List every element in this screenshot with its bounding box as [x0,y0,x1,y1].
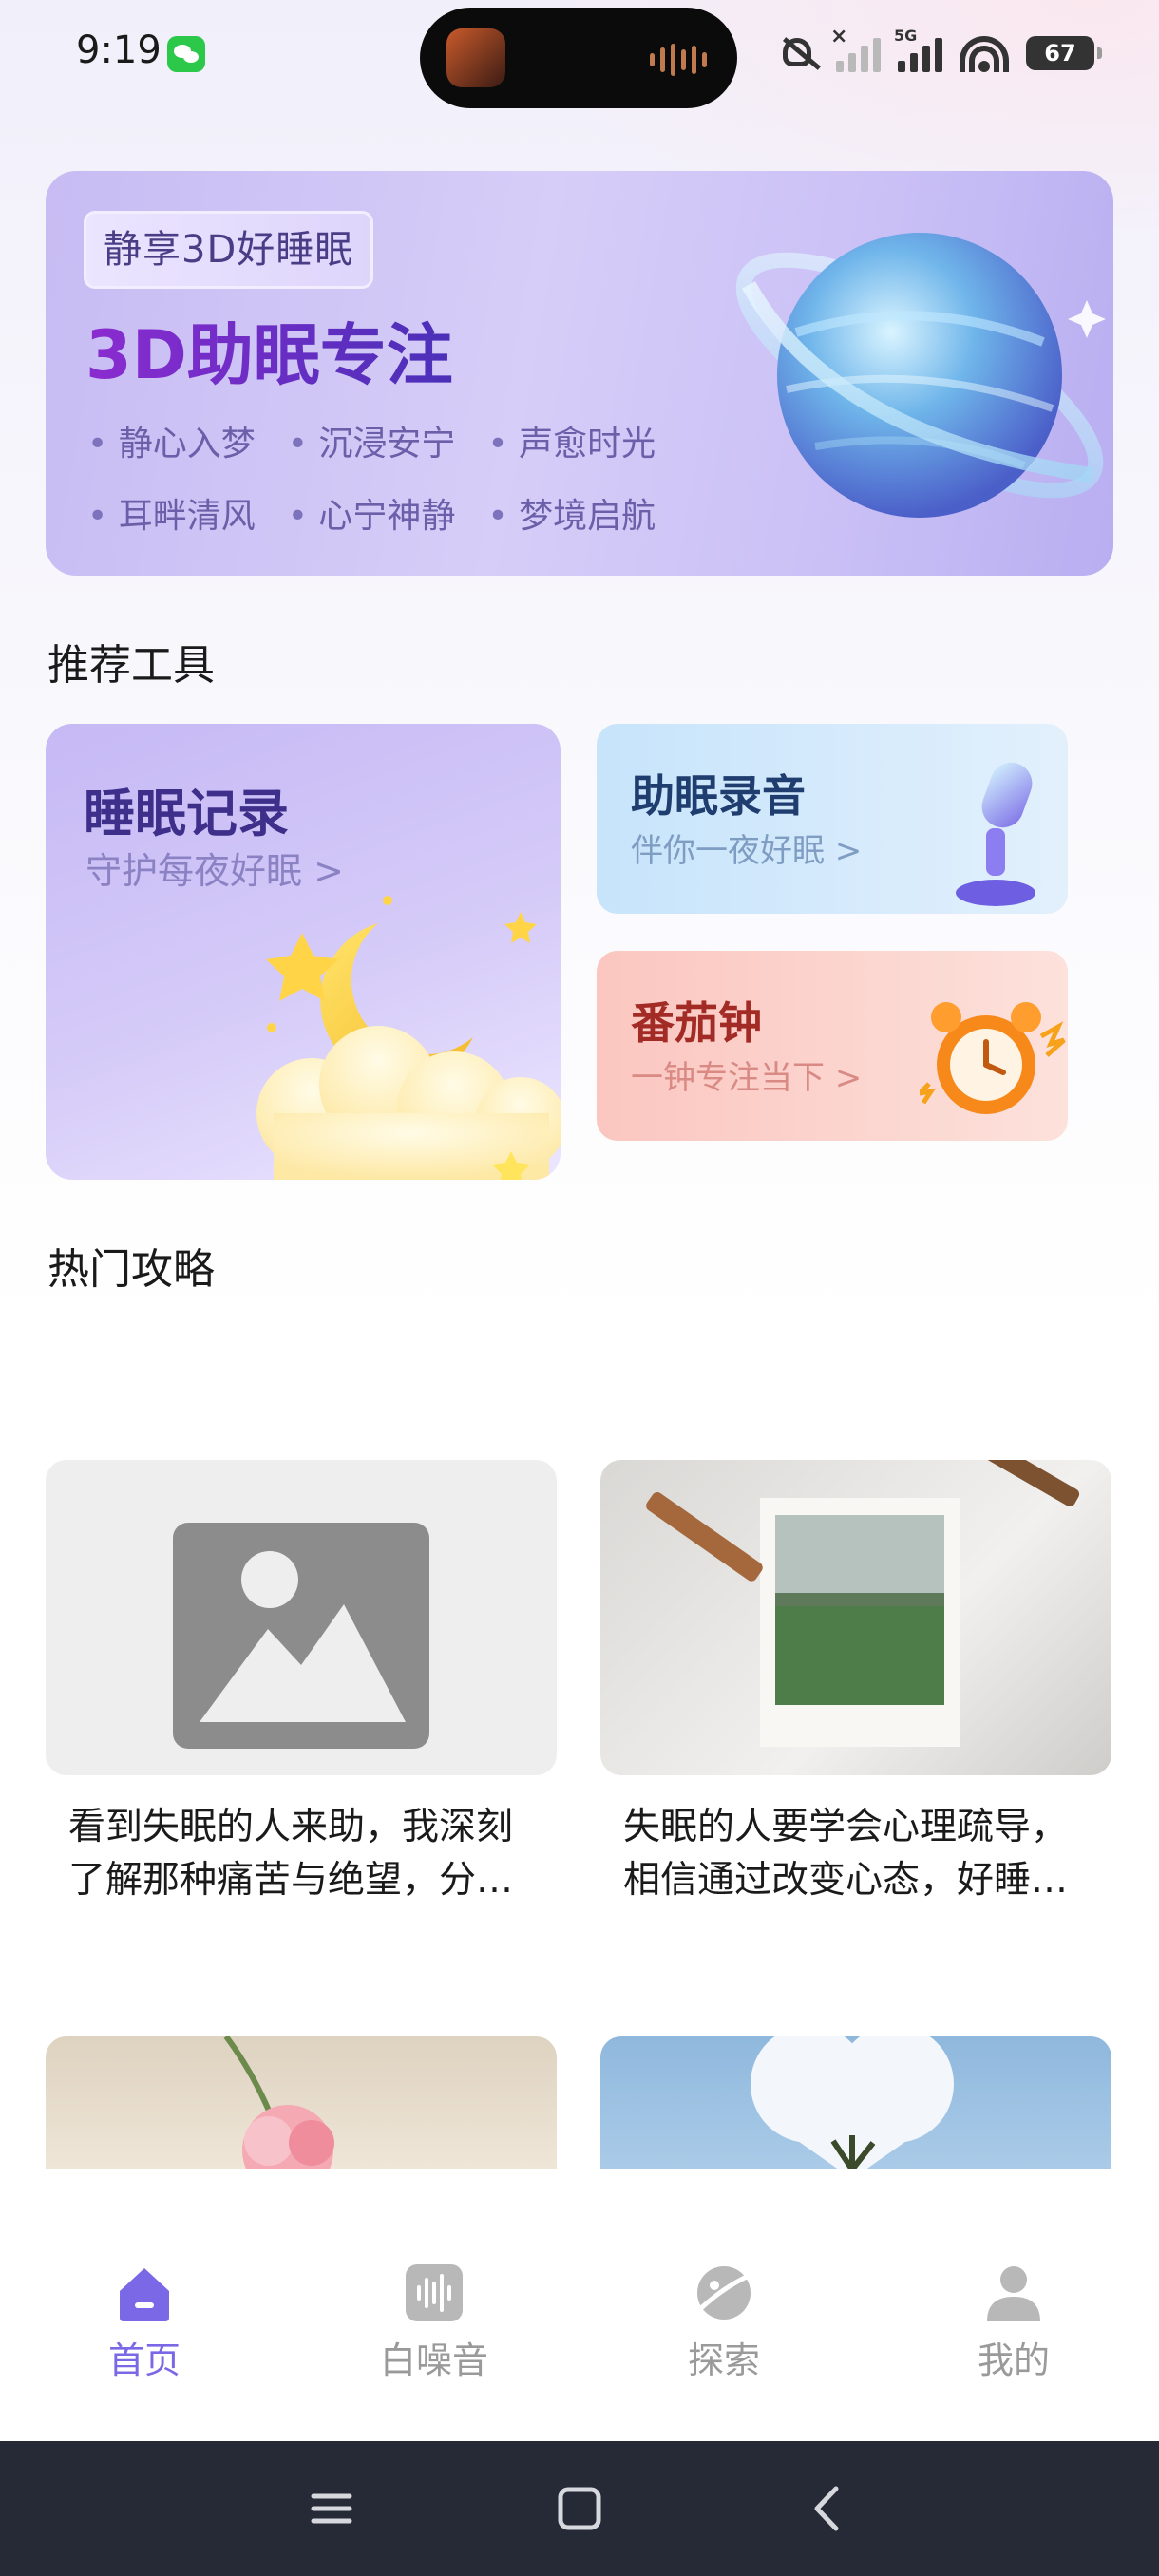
tab-label: 探索 [687,2339,760,2381]
home-square-icon[interactable] [546,2475,613,2542]
banner-keyword: 沉浸安宁 [288,416,455,465]
image-placeholder-icon [173,1523,429,1749]
article-title-line: 相信通过改变心态，好睡… [623,1859,1069,1902]
article-image-photo[interactable] [600,1460,1112,1775]
pomodoro-title: 番茄钟 [631,997,762,1049]
planet-illustration [735,233,1106,518]
banner-3d-sleep[interactable]: 静享3D好睡眠 3D助眠专注 静心入梦 沉浸安宁 声愈时光 耳畔清风 心宁神静 … [46,171,1113,576]
profile-icon [983,2264,1044,2321]
explore-icon [694,2264,754,2321]
carnation-illustration [223,2036,334,2169]
audio-wave-icon [650,44,707,76]
microphone-illustration [956,762,1036,906]
tab-profile[interactable]: 我的 [919,2264,1109,2383]
home-icon [114,2264,175,2321]
heart-cloud-illustration [750,2036,954,2169]
banner-keyword: 静心入梦 [87,416,256,465]
now-playing-app-icon [446,28,505,87]
menu-icon[interactable] [298,2475,365,2542]
signal-sim1-icon: × [830,25,881,72]
bottom-tab-bar: 首页 白噪音 探索 我的 [0,2169,1159,2441]
section-title-articles: 热门攻略 [48,1245,215,1294]
sleep-recording-subtitle: 伴你一夜好眠 > [631,832,863,870]
white-noise-icon [404,2264,465,2321]
section-title-tools: 推荐工具 [48,641,215,690]
mute-icon [777,32,819,74]
alarm-clock-illustration [920,1002,1066,1114]
status-bar: 9:19 × 5G 67 [0,0,1159,108]
banner-keyword: 心宁神静 [288,488,455,538]
polaroid-photo-illustration [646,1460,1080,1747]
article-title-2[interactable]: 失眠的人要学会心理疏导， 相信通过改变心态，好睡… [623,1801,1098,1907]
article-image-placeholder[interactable] [46,1460,557,1775]
banner-keyword: 梦境启航 [487,488,656,538]
battery-icon: 67 [1026,36,1102,70]
sleep-recording-card[interactable]: 助眠录音 伴你一夜好眠 > [597,724,1068,914]
sleep-record-subtitle: 守护每夜好眠 > [86,850,344,892]
signal-5g-icon: 5G [894,27,942,72]
article-title-line: 了解那种痛苦与绝望，分… [68,1859,514,1902]
article-title-line: 看到失眠的人来助，我深刻 [68,1806,514,1848]
article-title-line: 失眠的人要学会心理疏导， [623,1806,1069,1848]
dynamic-island[interactable] [420,8,737,108]
sleep-record-card[interactable]: 睡眠记录 守护每夜好眠 > [46,724,560,1180]
status-icons: × 5G 67 [777,25,1102,82]
article-image-sky[interactable] [600,2036,1112,2169]
pomodoro-subtitle: 一钟专注当下 > [631,1059,863,1097]
pomodoro-card[interactable]: 番茄钟 一钟专注当下 > [597,951,1068,1141]
wechat-notification-icon [167,36,205,72]
banner-title: 3D助眠专注 [86,302,453,398]
wifi-icon [960,34,1009,72]
banner-keyword: 耳畔清风 [87,488,256,538]
tab-label: 我的 [977,2339,1050,2381]
article-image-flower[interactable] [46,2036,557,2169]
tab-home[interactable]: 首页 [49,2264,239,2383]
tab-white-noise[interactable]: 白噪音 [339,2264,529,2383]
tab-label: 首页 [107,2339,180,2381]
banner-keywords-row2: 耳畔清风 心宁神静 梦境启航 [87,488,656,538]
back-icon[interactable] [794,2475,861,2542]
sleep-record-title: 睡眠记录 [84,784,289,843]
battery-level: 67 [1044,40,1076,66]
banner-keyword: 声愈时光 [487,416,656,465]
moon-cloud-illustration [256,896,560,1180]
tab-label: 白噪音 [379,2339,488,2381]
sleep-recording-title: 助眠录音 [631,770,806,822]
status-time: 9:19 [76,28,162,72]
banner-tag: 静享3D好睡眠 [84,211,374,289]
banner-keywords-row1: 静心入梦 沉浸安宁 声愈时光 [87,416,656,465]
tab-explore[interactable]: 探索 [629,2264,819,2383]
article-title-1[interactable]: 看到失眠的人来助，我深刻 了解那种痛苦与绝望，分… [68,1801,543,1907]
system-navigation-bar [0,2441,1159,2576]
